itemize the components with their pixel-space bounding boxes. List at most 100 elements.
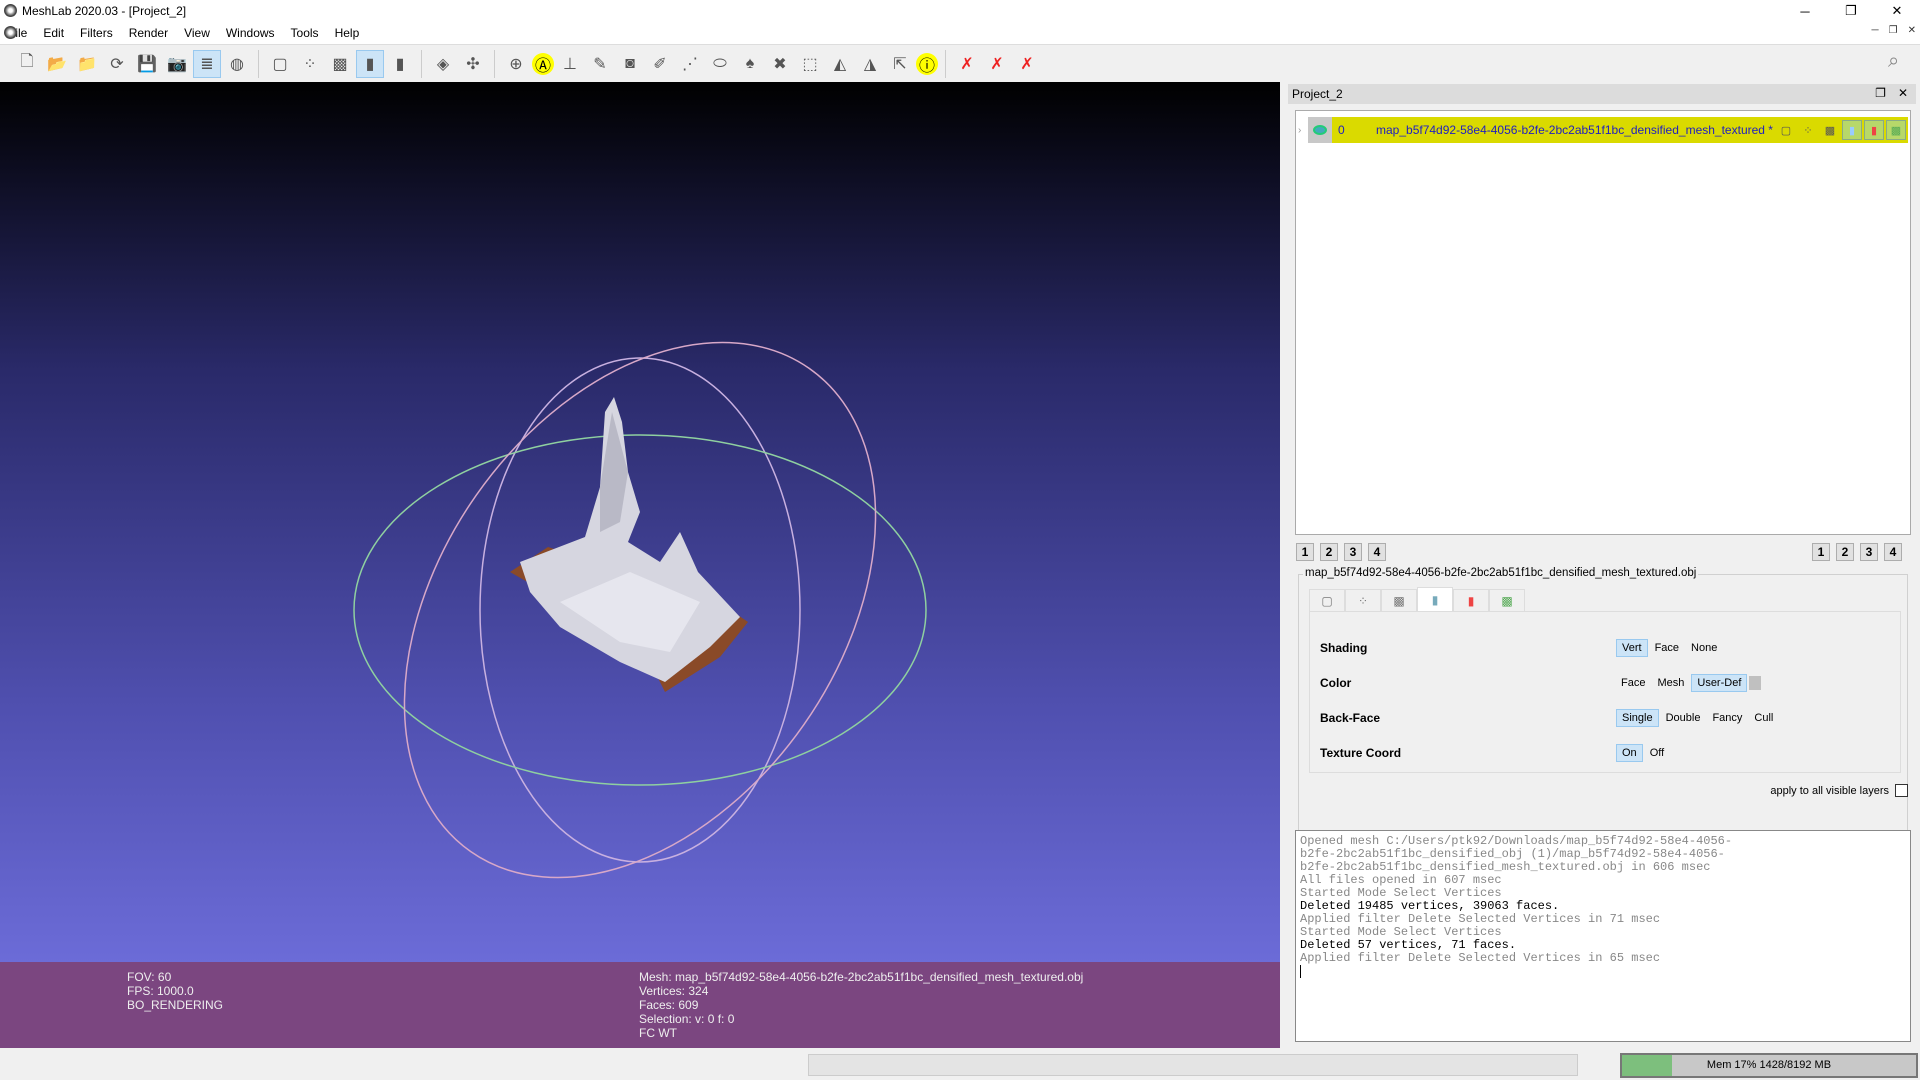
panel-title: Project_2: [1292, 87, 1343, 101]
mdi-close-button[interactable]: ✕: [1908, 25, 1916, 36]
option-none[interactable]: None: [1686, 640, 1722, 656]
option-vert[interactable]: Vert: [1616, 639, 1648, 657]
tab-points[interactable]: ⁘: [1345, 589, 1381, 611]
option-single[interactable]: Single: [1616, 709, 1659, 727]
menu-filters[interactable]: Filters: [72, 26, 121, 40]
snapshot-icon[interactable]: 📷: [163, 50, 191, 78]
pick-points-icon[interactable]: ⇱: [886, 50, 914, 78]
float-panel-button[interactable]: ❐: [1875, 86, 1886, 100]
left-view-button-2[interactable]: 2: [1320, 543, 1338, 561]
apply-all-checkbox[interactable]: [1895, 784, 1908, 797]
option-mesh[interactable]: Mesh: [1652, 675, 1689, 691]
solid-render-icon[interactable]: ▮: [1842, 120, 1862, 140]
left-view-button-1[interactable]: 1: [1296, 543, 1314, 561]
select-faces-rect-icon[interactable]: ◭: [826, 50, 854, 78]
search-icon[interactable]: ⌕: [1888, 50, 1899, 73]
mdi-restore-button[interactable]: ❐: [1889, 25, 1898, 36]
wire-render-icon[interactable]: ▩: [1820, 120, 1840, 140]
raster-icon[interactable]: ◍: [223, 50, 251, 78]
option-fancy[interactable]: Fancy: [1707, 710, 1747, 726]
status-bar: Mem 17% 1428/8192 MB: [0, 1048, 1920, 1080]
smooth-render-icon[interactable]: ▮: [356, 50, 384, 78]
mdi-minimize-button[interactable]: ─: [1872, 25, 1879, 36]
bbox-render-icon[interactable]: ▢: [1776, 120, 1796, 140]
menu-edit[interactable]: Edit: [35, 26, 72, 40]
right-view-button-1[interactable]: 1: [1812, 543, 1830, 561]
memory-usage-bar: Mem 17% 1428/8192 MB: [1620, 1053, 1918, 1078]
right-view-button-4[interactable]: 4: [1884, 543, 1902, 561]
option-off[interactable]: Off: [1645, 745, 1669, 761]
new-project-icon[interactable]: 🗋: [13, 50, 41, 78]
flat-render-icon[interactable]: ▮: [386, 50, 414, 78]
apply-all-visible[interactable]: apply to all visible layers: [1770, 784, 1908, 797]
camera-icon[interactable]: ◙: [616, 50, 644, 78]
menu-windows[interactable]: Windows: [218, 26, 283, 40]
import-mesh-icon[interactable]: 📁: [73, 50, 101, 78]
option-cull[interactable]: Cull: [1749, 710, 1778, 726]
layers-icon[interactable]: ≣: [193, 50, 221, 78]
layer-mode-icon[interactable]: ◈: [429, 50, 457, 78]
right-view-button-2[interactable]: 2: [1836, 543, 1854, 561]
log-line: Applied filter Delete Selected Vertices …: [1300, 952, 1906, 965]
option-user-def[interactable]: User-Def: [1691, 674, 1747, 692]
log-console[interactable]: Opened mesh C:/Users/ptk92/Downloads/map…: [1295, 830, 1911, 1042]
option-double[interactable]: Double: [1661, 710, 1706, 726]
texture-render-icon[interactable]: ▮: [1864, 120, 1884, 140]
select-vertices-icon[interactable]: ⋰: [676, 50, 704, 78]
option-on[interactable]: On: [1616, 744, 1643, 762]
menu-help[interactable]: Help: [327, 26, 368, 40]
option-label: Back-Face: [1320, 711, 1616, 725]
tab-bbox[interactable]: ▢: [1309, 589, 1345, 611]
delete-faces-icon[interactable]: ✗: [983, 50, 1011, 78]
right-view-button-3[interactable]: 3: [1860, 543, 1878, 561]
option-face[interactable]: Face: [1650, 640, 1684, 656]
wireframe-icon[interactable]: ▩: [326, 50, 354, 78]
restore-button[interactable]: ❐: [1828, 0, 1874, 22]
tab-texture[interactable]: ▮: [1453, 589, 1489, 611]
open-project-icon[interactable]: 📂: [43, 50, 71, 78]
align-axes-icon[interactable]: ⊥: [556, 50, 584, 78]
paint-icon[interactable]: ✐: [646, 50, 674, 78]
tab-decorators[interactable]: ▩: [1489, 589, 1525, 611]
axes-icon[interactable]: ✣: [459, 50, 487, 78]
select-connected-icon[interactable]: ⬭: [706, 50, 734, 78]
apply-all-label: apply to all visible layers: [1770, 785, 1889, 797]
measure-tool-icon[interactable]: ✎: [586, 50, 614, 78]
save-icon[interactable]: 💾: [133, 50, 161, 78]
georef-icon[interactable]: ✖: [766, 50, 794, 78]
delete-vertices-icon[interactable]: ✗: [953, 50, 981, 78]
document-icon[interactable]: [4, 26, 17, 39]
close-panel-button[interactable]: ✕: [1898, 86, 1908, 100]
select-faces-icon[interactable]: ⬚: [796, 50, 824, 78]
3d-viewport[interactable]: FOV: 60 FPS: 1000.0 BO_RENDERING Mesh: m…: [0, 82, 1280, 1048]
tab-wire[interactable]: ▩: [1381, 589, 1417, 611]
close-button[interactable]: ✕: [1874, 0, 1920, 22]
points-render-icon[interactable]: ⁘: [1798, 120, 1818, 140]
expand-arrow-icon[interactable]: ›: [1298, 125, 1308, 136]
minimize-button[interactable]: ─: [1782, 0, 1828, 22]
color-paint-icon[interactable]: ♠: [736, 50, 764, 78]
bbox-icon[interactable]: ▢: [266, 50, 294, 78]
left-view-button-3[interactable]: 3: [1344, 543, 1362, 561]
info-icon[interactable]: ⓘ: [916, 53, 938, 75]
trackball-icon[interactable]: ⊕: [502, 50, 530, 78]
tab-solid[interactable]: ▮: [1417, 587, 1453, 611]
layer-name[interactable]: map_b5f74d92-58e4-4056-b2fe-2bc2ab51f1bc…: [1376, 123, 1776, 137]
annotation-icon[interactable]: Ⓐ: [532, 53, 554, 75]
menu-tools[interactable]: Tools: [283, 26, 327, 40]
layer-row[interactable]: › 0 map_b5f74d92-58e4-4056-b2fe-2bc2ab51…: [1298, 117, 1908, 143]
trackball-gizmo[interactable]: [0, 82, 1280, 1048]
left-view-button-4[interactable]: 4: [1368, 543, 1386, 561]
points-icon[interactable]: ⁘: [296, 50, 324, 78]
decorator-render-icon[interactable]: ▩: [1886, 120, 1906, 140]
menu-view[interactable]: View: [176, 26, 218, 40]
flags-text: FC WT: [639, 1026, 1083, 1040]
select-vertices-rect-icon[interactable]: ◮: [856, 50, 884, 78]
color-swatch[interactable]: [1749, 676, 1761, 690]
layer-list[interactable]: › 0 map_b5f74d92-58e4-4056-b2fe-2bc2ab51…: [1295, 110, 1911, 535]
menu-render[interactable]: Render: [121, 26, 176, 40]
option-face[interactable]: Face: [1616, 675, 1650, 691]
reload-icon[interactable]: ⟳: [103, 50, 131, 78]
visibility-eye-icon[interactable]: [1308, 117, 1332, 143]
delete-faces-vertices-icon[interactable]: ✗: [1013, 50, 1041, 78]
